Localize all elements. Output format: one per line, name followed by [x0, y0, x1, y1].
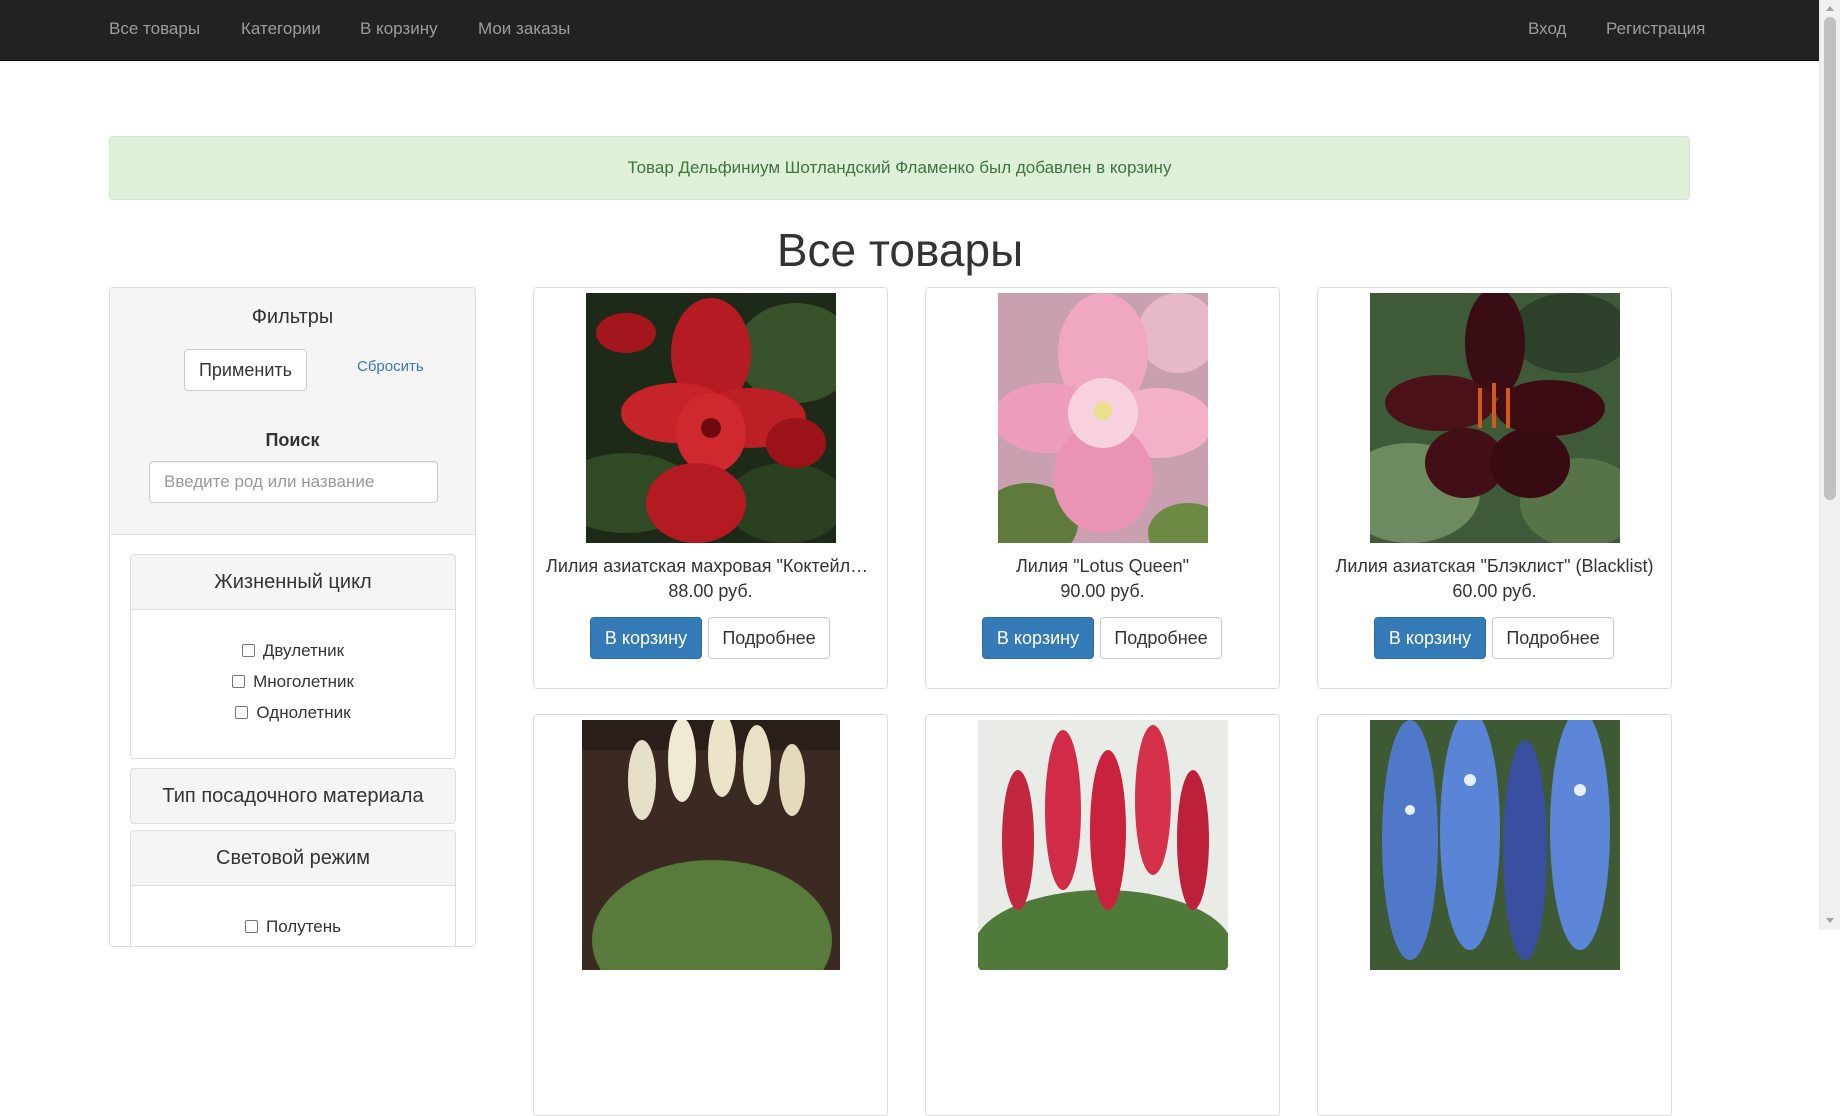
checkbox-label: Полутень	[265, 917, 341, 936]
navbar: Все товары Категории В корзину Мои заказ…	[0, 0, 1819, 61]
nav-register[interactable]: Регистрация	[1606, 19, 1705, 39]
blue-delphinium-image[interactable]	[1369, 720, 1620, 970]
scroll-up-arrow-icon[interactable]	[1826, 6, 1834, 11]
red-lupine-image[interactable]	[977, 720, 1228, 970]
product-name[interactable]: Лилия "Lotus Queen"	[938, 556, 1267, 577]
red-lily-image[interactable]	[585, 293, 836, 543]
light-filter: Световой режим Полутень	[130, 830, 456, 946]
filters-panel: Фильтры Применить Сбросить Поиск Жизненн…	[109, 287, 476, 947]
product-name[interactable]: Лилия азиатская "Блэклист" (Blacklist)	[1330, 556, 1659, 577]
product-card: Лилия "Lotus Queen" 90.00 руб. В корзину…	[925, 287, 1280, 689]
pampas-grass-image[interactable]	[581, 720, 840, 970]
details-button[interactable]: Подробнее	[1100, 617, 1222, 659]
light-option-partial-shade[interactable]: Полутень	[131, 917, 455, 937]
pink-lily-image[interactable]	[997, 293, 1208, 543]
apply-filters-button[interactable]: Применить	[184, 349, 307, 391]
checkbox[interactable]	[235, 706, 249, 719]
details-button[interactable]: Подробнее	[1492, 617, 1614, 659]
product-name[interactable]: Лилия азиатская махровая "Коктейльная ве…	[546, 556, 875, 577]
lifecycle-option-annual[interactable]: Однолетник	[131, 703, 455, 723]
dark-lily-image[interactable]	[1369, 293, 1620, 543]
filters-header: Фильтры Применить Сбросить Поиск	[110, 288, 475, 535]
product-card	[1317, 714, 1672, 1116]
product-price: 90.00 руб.	[1060, 581, 1145, 601]
lifecycle-filter-header[interactable]: Жизненный цикл	[131, 555, 455, 610]
lifecycle-option-perennial[interactable]: Многолетник	[131, 672, 455, 692]
vertical-scrollbar[interactable]	[1819, 0, 1840, 930]
details-button[interactable]: Подробнее	[708, 617, 830, 659]
page-title: Все товары	[776, 224, 1024, 276]
planting-material-filter-header[interactable]: Тип посадочного материала	[131, 769, 455, 823]
product-price: 60.00 руб.	[1452, 581, 1537, 601]
product-price: 88.00 руб.	[668, 581, 753, 601]
light-filter-header[interactable]: Световой режим	[131, 831, 455, 886]
product-card: Лилия азиатская махровая "Коктейльная ве…	[533, 287, 888, 689]
product-card	[533, 714, 888, 1116]
search-input[interactable]	[149, 461, 438, 503]
scroll-down-arrow-icon[interactable]	[1826, 918, 1834, 923]
nav-all-products[interactable]: Все товары	[109, 19, 200, 39]
add-to-cart-button[interactable]: В корзину	[982, 617, 1094, 659]
search-label: Поиск	[265, 430, 320, 450]
nav-cart[interactable]: В корзину	[360, 19, 438, 39]
checkbox-label: Двулетник	[262, 641, 345, 660]
planting-material-filter: Тип посадочного материала	[130, 768, 456, 824]
nav-my-orders[interactable]: Мои заказы	[478, 19, 570, 39]
nav-categories[interactable]: Категории	[241, 19, 321, 39]
lifecycle-filter: Жизненный цикл Двулетник Многолетник Одн…	[130, 554, 456, 759]
add-to-cart-button[interactable]: В корзину	[590, 617, 702, 659]
checkbox-label: Однолетник	[256, 703, 351, 722]
add-to-cart-button[interactable]: В корзину	[1374, 617, 1486, 659]
product-card	[925, 714, 1280, 1116]
filters-title: Фильтры	[251, 306, 334, 328]
checkbox-label: Многолетник	[253, 672, 354, 691]
nav-login[interactable]: Вход	[1528, 19, 1566, 39]
lifecycle-option-biennial[interactable]: Двулетник	[131, 641, 455, 661]
checkbox[interactable]	[244, 920, 258, 933]
reset-filters-link[interactable]: Сбросить	[357, 358, 424, 375]
checkbox[interactable]	[241, 644, 255, 657]
product-card: Лилия азиатская "Блэклист" (Blacklist) 6…	[1317, 287, 1672, 689]
scrollbar-thumb[interactable]	[1824, 17, 1836, 500]
checkbox[interactable]	[232, 675, 246, 688]
success-alert: Товар Дельфиниум Шотландский Фламенко бы…	[109, 136, 1690, 200]
